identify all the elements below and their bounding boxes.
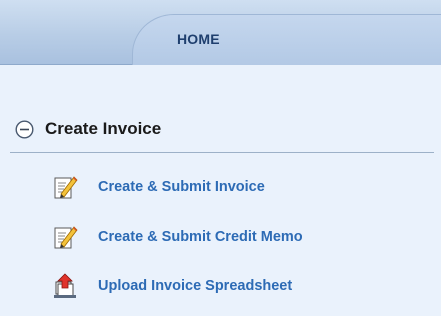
upload-stack-icon	[54, 273, 76, 298]
menu-item-label[interactable]: Create & Submit Credit Memo	[98, 229, 303, 245]
minus-circle-icon[interactable]	[15, 119, 34, 139]
section-title: Create Invoice	[45, 119, 162, 138]
edit-document-icon	[54, 226, 78, 249]
top-nav-bar	[0, 0, 441, 65]
section-header-create-invoice[interactable]: Create Invoice	[15, 117, 161, 141]
tab-home-label[interactable]: HOME	[177, 31, 220, 47]
menu-item-label[interactable]: Create & Submit Invoice	[98, 179, 265, 195]
create-submit-credit-memo-link[interactable]: Create & Submit Credit Memo	[52, 224, 303, 250]
section-divider	[10, 152, 434, 153]
edit-document-icon	[54, 176, 78, 199]
create-submit-invoice-link[interactable]: Create & Submit Invoice	[52, 174, 265, 200]
menu-item-label[interactable]: Upload Invoice Spreadsheet	[98, 278, 292, 294]
upload-invoice-spreadsheet-link[interactable]: Upload Invoice Spreadsheet	[52, 273, 292, 299]
